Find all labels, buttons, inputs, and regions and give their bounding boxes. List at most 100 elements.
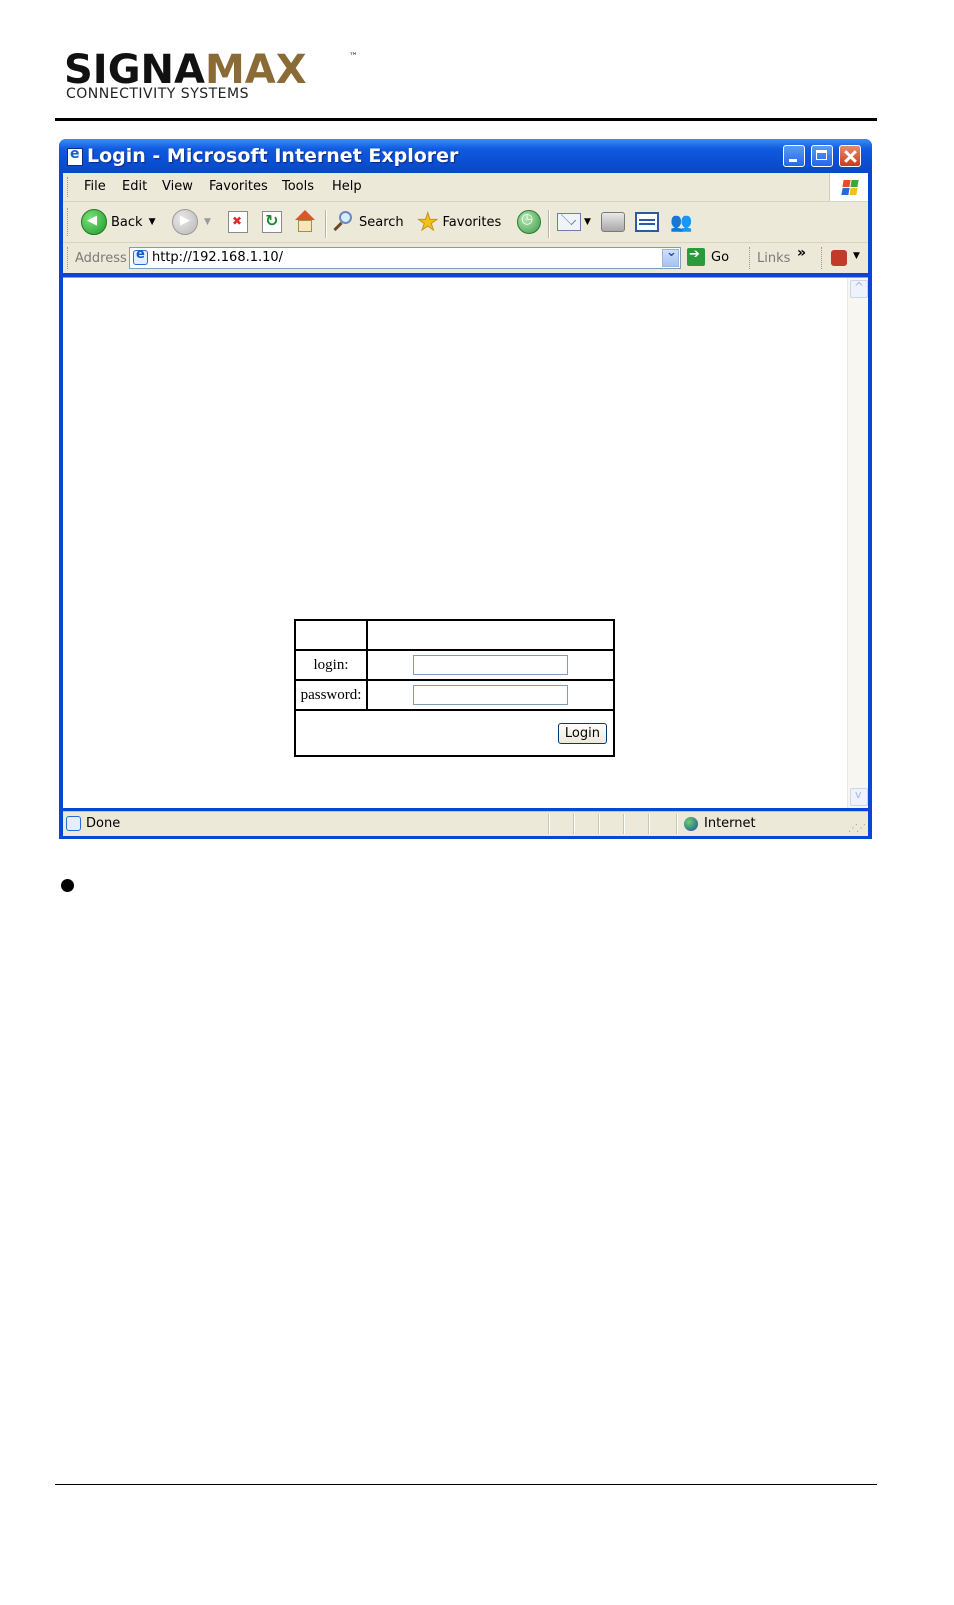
password-field-cell: [366, 679, 615, 711]
internet-globe-icon: [684, 817, 698, 831]
resize-grip-icon[interactable]: ⋰⋰: [848, 823, 866, 834]
status-page-icon: [66, 816, 81, 831]
table-empty-cell: [294, 619, 368, 651]
back-button[interactable]: Back ▼: [81, 208, 155, 236]
edit-icon: [635, 212, 659, 232]
password-label: password:: [294, 679, 368, 711]
media-button[interactable]: [517, 208, 541, 236]
status-divider: [623, 814, 625, 834]
header-rule: [55, 118, 877, 121]
favorites-star-icon: ★: [417, 208, 439, 236]
extra-grip[interactable]: [821, 247, 824, 269]
address-input[interactable]: http://192.168.1.10/: [129, 245, 681, 269]
forward-arrow-icon: [172, 209, 198, 235]
messenger-icon: 👥: [670, 211, 693, 233]
bullet-point: [61, 879, 74, 892]
menu-file[interactable]: File: [84, 179, 106, 194]
page-viewport: login: password: Login: [63, 277, 868, 808]
favorites-label: Favorites: [442, 214, 502, 230]
pdf-tool-dropdown-icon[interactable]: ▼: [853, 251, 860, 261]
submit-row: Login: [294, 709, 615, 757]
toolbar-separator: [548, 210, 550, 238]
menu-edit[interactable]: Edit: [122, 179, 147, 194]
back-label: Back: [111, 214, 143, 230]
logo-subtitle: CONNECTIVITY SYSTEMS: [66, 86, 249, 102]
print-button[interactable]: [601, 208, 625, 236]
maximize-button[interactable]: [811, 145, 833, 167]
scroll-down-arrow-icon[interactable]: [850, 788, 868, 806]
page-favicon-icon: [133, 247, 148, 265]
menu-tools[interactable]: Tools: [282, 179, 314, 194]
print-icon: [601, 212, 625, 232]
refresh-icon: [262, 211, 282, 233]
menubar-grip[interactable]: [67, 177, 70, 197]
status-bar: Done Internet ⋰⋰: [63, 811, 868, 836]
login-label: login:: [294, 649, 368, 681]
go-label: Go: [711, 249, 730, 265]
status-divider: [548, 814, 550, 834]
login-input[interactable]: [413, 655, 568, 675]
title-bar: Login - Microsoft Internet Explorer: [59, 139, 872, 173]
scroll-up-arrow-icon[interactable]: [850, 280, 868, 298]
toolbar-separator: [325, 210, 327, 238]
messenger-button[interactable]: 👥: [670, 208, 692, 236]
address-label: Address: [75, 251, 127, 266]
addressbar-grip[interactable]: [67, 247, 70, 269]
address-dropdown-icon[interactable]: [662, 245, 679, 267]
edit-button[interactable]: [635, 208, 659, 236]
back-arrow-icon: [81, 209, 107, 235]
back-dropdown-icon[interactable]: ▼: [149, 217, 156, 227]
toolbar-grip[interactable]: [67, 208, 70, 236]
home-icon: [293, 210, 317, 234]
go-arrow-icon: [687, 247, 705, 266]
minimize-button[interactable]: [783, 145, 805, 167]
browser-window: Login - Microsoft Internet Explorer File…: [59, 139, 872, 839]
home-button[interactable]: [293, 208, 317, 236]
forward-button[interactable]: ▼: [172, 208, 211, 236]
ie-page-icon: [67, 146, 83, 166]
address-bar: Address http://192.168.1.10/ Go Links » …: [63, 243, 868, 273]
refresh-button[interactable]: [262, 208, 282, 236]
search-label: Search: [359, 214, 404, 230]
status-divider: [573, 814, 575, 834]
mail-button[interactable]: ▼: [557, 208, 591, 236]
stop-button[interactable]: [228, 208, 248, 236]
status-divider: [648, 814, 650, 834]
links-more-chevron-icon[interactable]: »: [797, 245, 806, 261]
standard-toolbar: Back ▼ ▼ Search ★ Favori: [63, 202, 868, 243]
forward-dropdown-icon[interactable]: ▼: [204, 217, 211, 227]
vertical-scrollbar[interactable]: [847, 278, 868, 808]
address-url[interactable]: http://192.168.1.10/: [152, 250, 283, 265]
links-grip[interactable]: [749, 247, 752, 269]
close-button[interactable]: [839, 145, 861, 167]
menu-bar: File Edit View Favorites Tools Help: [63, 173, 868, 202]
password-input[interactable]: [413, 685, 568, 705]
status-divider: [598, 814, 600, 834]
window-title: Login - Microsoft Internet Explorer: [87, 145, 459, 167]
mail-dropdown-icon[interactable]: ▼: [584, 217, 591, 227]
pdf-tool-icon[interactable]: [831, 250, 847, 266]
login-submit-button[interactable]: Login: [557, 722, 607, 744]
login-field-cell: [366, 649, 615, 681]
security-zone-text: Internet: [704, 816, 756, 831]
search-button[interactable]: Search: [333, 208, 404, 236]
menu-help[interactable]: Help: [332, 179, 362, 194]
status-divider: [676, 814, 678, 834]
menu-view[interactable]: View: [162, 179, 193, 194]
stop-icon: [228, 211, 248, 233]
links-label[interactable]: Links: [757, 251, 790, 266]
browser-chrome: File Edit View Favorites Tools Help Back…: [63, 173, 868, 273]
logo-trademark: ™: [349, 52, 358, 62]
login-form-table: login: password: Login: [294, 619, 615, 757]
table-empty-cell: [366, 619, 615, 651]
go-button[interactable]: Go: [687, 247, 730, 266]
footer-rule: [55, 1484, 877, 1485]
windows-logo-icon: [829, 173, 868, 201]
signamax-logo: SIGNAMAX ™ CONNECTIVITY SYSTEMS: [64, 48, 364, 108]
search-icon: [333, 211, 355, 233]
mail-icon: [557, 213, 581, 231]
status-text: Done: [86, 816, 121, 831]
favorites-button[interactable]: ★ Favorites: [417, 208, 502, 236]
media-icon: [517, 210, 541, 234]
menu-favorites[interactable]: Favorites: [209, 179, 268, 194]
